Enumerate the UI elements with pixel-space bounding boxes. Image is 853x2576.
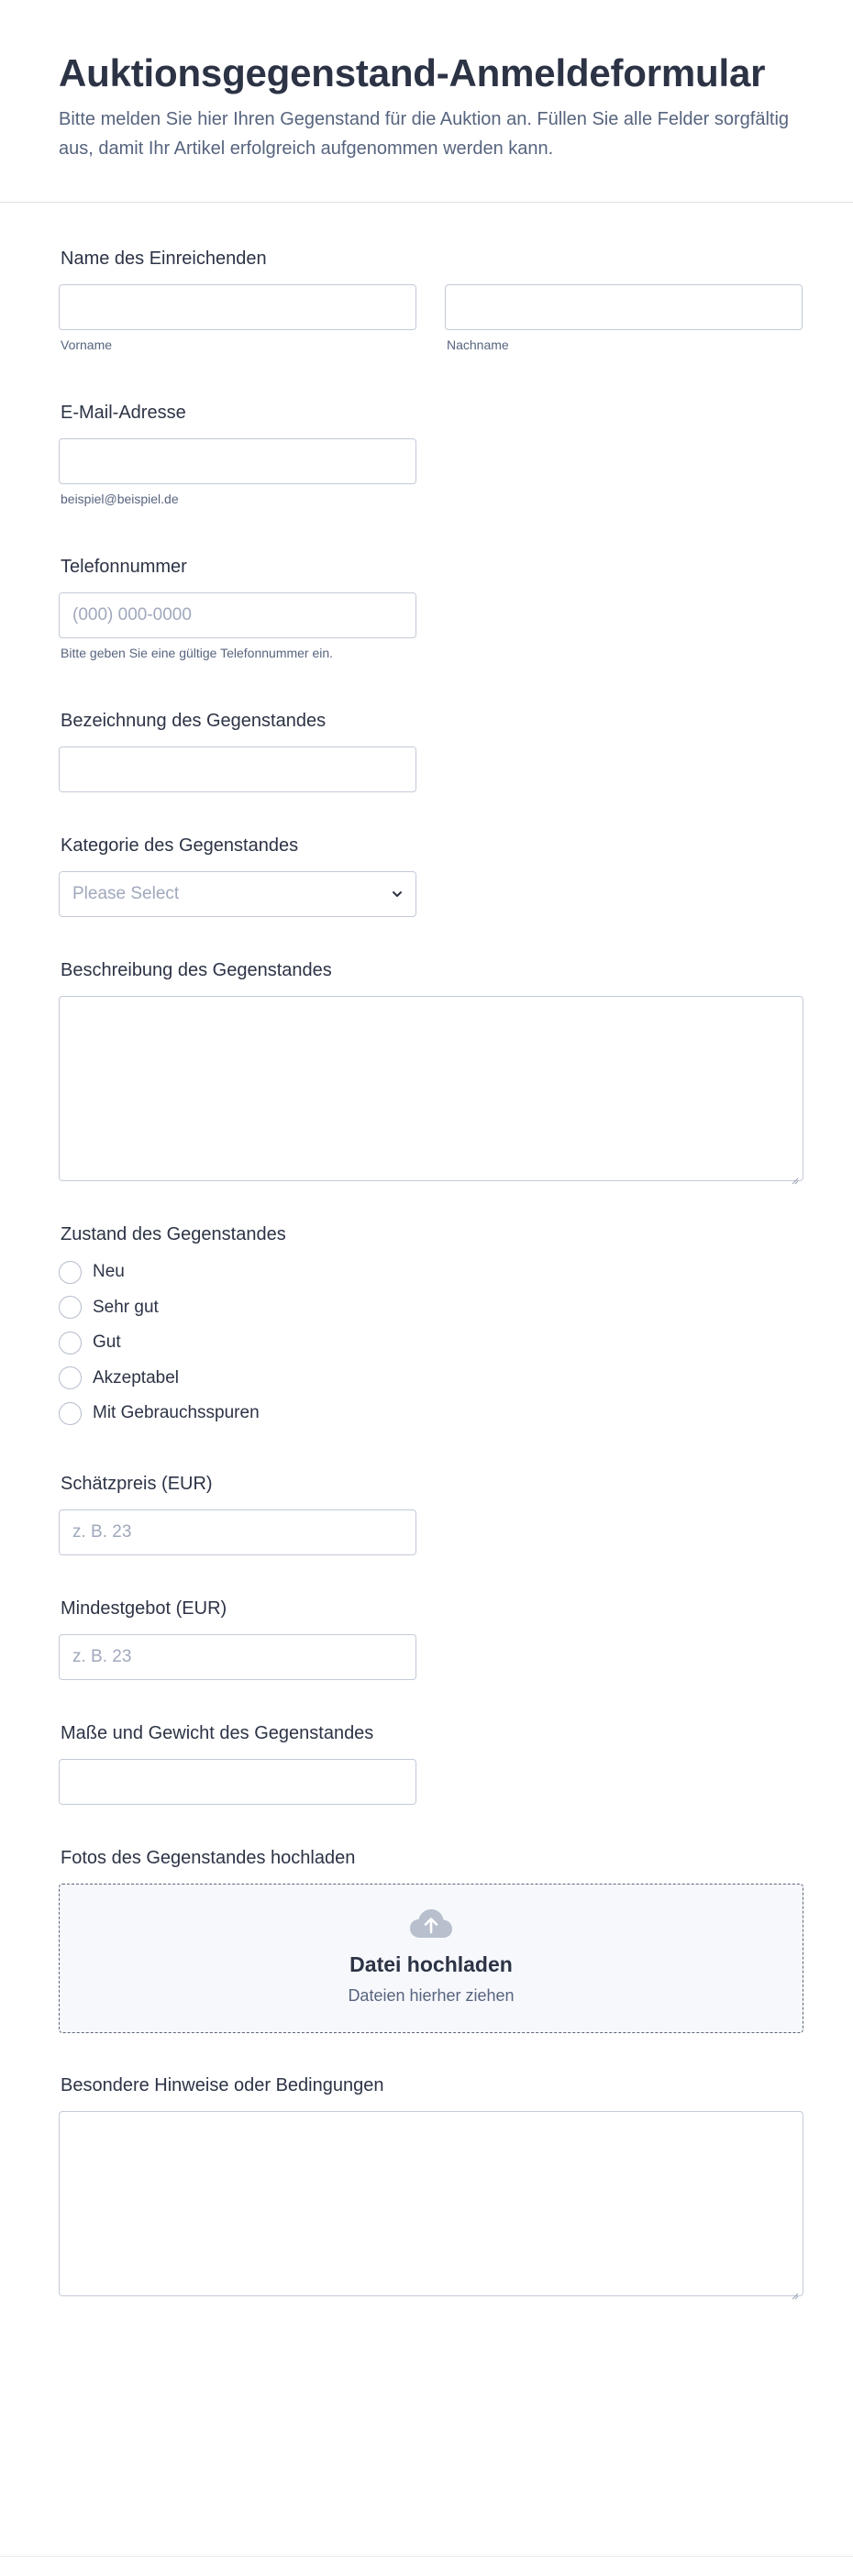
last-name-sublabel: Nachname (447, 337, 509, 352)
radio-option-akzeptabel[interactable]: Akzeptabel (59, 1361, 803, 1397)
category-label: Kategorie des Gegenstandes (61, 835, 299, 856)
description-label: Beschreibung des Gegenstandes (61, 960, 332, 980)
description-field: Beschreibung des Gegenstandes (59, 960, 803, 1185)
resize-handle-icon[interactable] (790, 1176, 799, 1185)
category-select[interactable]: Please Select (59, 871, 416, 917)
form-title: Auktionsgegenstand-Anmeldeformular (59, 51, 766, 94)
name-label: Name des Einreichenden (61, 249, 267, 269)
radio-option-neu[interactable]: Neu (59, 1255, 803, 1290)
email-sublabel: beispiel@beispiel.de (61, 492, 179, 506)
email-input[interactable] (59, 438, 416, 484)
phone-label: Telefonnummer (61, 557, 187, 577)
radio-option-gut[interactable]: Gut (59, 1325, 803, 1361)
first-name-group: Vorname (59, 284, 416, 352)
dimensions-field: Maße und Gewicht des Gegenstandes (59, 1723, 803, 1805)
estimate-field: Schätzpreis (EUR) z. B. 23 (59, 1474, 803, 1555)
chevron-down-icon (393, 891, 402, 897)
condition-label: Zustand des Gegenstandes (61, 1224, 286, 1244)
photos-field: Fotos des Gegenstandes hochladen Datei h… (59, 1848, 803, 2033)
condition-field: Zustand des Gegenstandes Neu Sehr gut Gu… (59, 1224, 803, 1432)
radio-button[interactable] (59, 1260, 82, 1284)
dimensions-input[interactable] (59, 1759, 416, 1805)
name-field: Name des Einreichenden Vorname Nachname (59, 249, 803, 352)
condition-radio-group: Neu Sehr gut Gut Akzeptabel Mit Gebrauch… (59, 1255, 803, 1432)
dimensions-label: Maße und Gewicht des Gegenstandes (61, 1723, 374, 1743)
radio-option-sehr-gut[interactable]: Sehr gut (59, 1290, 803, 1326)
item-name-input[interactable] (59, 746, 416, 792)
first-name-sublabel: Vorname (61, 337, 113, 352)
cloud-upload-icon (410, 1909, 452, 1938)
radio-option-label: Sehr gut (93, 1297, 159, 1317)
notes-label: Besondere Hinweise oder Bedingungen (61, 2075, 384, 2095)
category-field: Kategorie des Gegenstandes Please Select (59, 835, 803, 917)
category-selected-value: Please Select (72, 884, 180, 903)
upload-title: Datei hochladen (349, 1952, 513, 1976)
footer-divider (0, 2556, 853, 2557)
estimate-input[interactable]: z. B. 23 (59, 1509, 416, 1555)
description-textarea[interactable] (59, 996, 803, 1181)
first-name-input[interactable] (59, 284, 416, 330)
min-bid-label: Mindestgebot (EUR) (61, 1598, 227, 1619)
email-field-group: E-Mail-Adresse beispiel@beispiel.de (59, 403, 803, 506)
radio-button[interactable] (59, 1296, 82, 1320)
last-name-input[interactable] (445, 284, 803, 330)
upload-subtitle: Dateien hierher ziehen (348, 1986, 515, 2005)
phone-sublabel: Bitte geben Sie eine gültige Telefonnumm… (61, 646, 334, 660)
radio-button[interactable] (59, 1366, 82, 1390)
radio-option-gebrauchsspuren[interactable]: Mit Gebrauchsspuren (59, 1396, 803, 1432)
phone-field-group: Telefonnummer (000) 000-0000 Bitte geben… (59, 557, 803, 660)
radio-option-label: Neu (93, 1262, 125, 1282)
estimate-label: Schätzpreis (EUR) (61, 1474, 213, 1494)
min-bid-input[interactable]: z. B. 23 (59, 1634, 416, 1680)
item-name-label: Bezeichnung des Gegenstandes (61, 711, 327, 731)
min-bid-field: Mindestgebot (EUR) z. B. 23 (59, 1598, 803, 1680)
notes-field: Besondere Hinweise oder Bedingungen (59, 2075, 803, 2300)
radio-button[interactable] (59, 1401, 82, 1425)
last-name-group: Nachname (445, 284, 803, 352)
item-name-field: Bezeichnung des Gegenstandes (59, 711, 803, 792)
radio-option-label: Akzeptabel (93, 1367, 180, 1388)
radio-option-label: Mit Gebrauchsspuren (93, 1403, 260, 1423)
radio-button[interactable] (59, 1331, 82, 1354)
form-description: Bitte melden Sie hier Ihren Gegenstand f… (59, 109, 790, 160)
photos-label: Fotos des Gegenstandes hochladen (61, 1848, 356, 1868)
file-upload-dropzone[interactable]: Datei hochladen Dateien hierher ziehen (59, 1884, 803, 2033)
email-label: E-Mail-Adresse (61, 403, 186, 423)
radio-option-label: Gut (93, 1332, 121, 1353)
form-header: Auktionsgegenstand-Anmeldeformular Bitte… (0, 0, 853, 203)
notes-textarea[interactable] (59, 2111, 803, 2296)
resize-handle-icon[interactable] (790, 2291, 799, 2300)
phone-input[interactable]: (000) 000-0000 (59, 592, 416, 638)
